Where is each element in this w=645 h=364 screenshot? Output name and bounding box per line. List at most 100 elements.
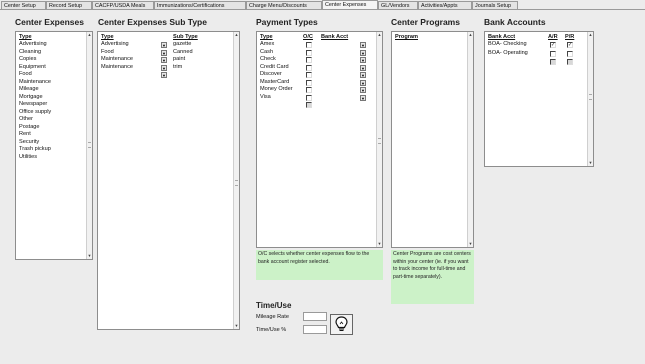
- chevron-down-icon[interactable]: ▼: [360, 57, 366, 63]
- bank-accounts-list[interactable]: Bank Acct A/R P/R BOA- Checking ✓ ✓ BOA-…: [484, 31, 594, 167]
- center-programs-list[interactable]: Program ▲ ▼: [391, 31, 474, 248]
- payment-row-type[interactable]: Check: [260, 56, 276, 64]
- list-item[interactable]: Advertising: [19, 41, 47, 49]
- subtype-row-type[interactable]: Maintenance: [101, 56, 133, 64]
- chevron-down-icon[interactable]: ▼: [360, 94, 366, 101]
- payment-row-type[interactable]: Money Order: [260, 86, 293, 94]
- list-item[interactable]: Office supply: [19, 109, 51, 117]
- subtype-row-type[interactable]: Food: [101, 49, 114, 57]
- subtype-row-type[interactable]: Maintenance: [101, 64, 133, 72]
- scroll-grip-icon[interactable]: [88, 142, 91, 148]
- scroll-up-icon[interactable]: ▲: [377, 32, 382, 38]
- list-item[interactable]: Cleaning: [19, 49, 41, 57]
- center-expenses-scrollbar[interactable]: ▲ ▼: [86, 32, 92, 259]
- chevron-down-icon[interactable]: ▼: [360, 87, 366, 93]
- sub-type-scrollbar[interactable]: ▲ ▼: [233, 32, 239, 329]
- chevron-down-icon[interactable]: ▼: [360, 49, 366, 56]
- list-item[interactable]: Other: [19, 116, 33, 124]
- oc-checkbox[interactable]: [306, 79, 312, 86]
- scroll-up-icon[interactable]: ▲: [588, 32, 593, 38]
- sub-type-list[interactable]: Type Sub Type Advertising ▼ gazette Food…: [97, 31, 240, 330]
- list-item[interactable]: Mortgage: [19, 94, 43, 102]
- pr-checkbox[interactable]: ✓: [567, 42, 573, 48]
- list-item[interactable]: Trash pickup: [19, 146, 51, 154]
- chevron-down-icon[interactable]: ▼: [161, 42, 167, 48]
- tab-charge-menu-discounts[interactable]: Charge Menu/Discounts: [246, 1, 322, 9]
- chevron-down-icon[interactable]: ▼: [161, 64, 167, 71]
- center-programs-scrollbar[interactable]: ▲ ▼: [467, 32, 473, 247]
- payment-types-list[interactable]: Type O/C Bank Acct Amex ▼ Cash ▼ Check ▼…: [256, 31, 383, 248]
- tab-center-setup[interactable]: Center Setup: [1, 1, 46, 9]
- list-item[interactable]: Copies: [19, 56, 36, 64]
- subtype-row-sub[interactable]: trim: [173, 64, 182, 72]
- oc-checkbox[interactable]: [306, 64, 312, 71]
- tab-journals-setup[interactable]: Journals Setup: [472, 1, 518, 9]
- chevron-down-icon[interactable]: ▼: [161, 57, 167, 63]
- tab-center-expenses[interactable]: Center Expenses: [322, 0, 378, 9]
- oc-checkbox[interactable]: [306, 87, 312, 93]
- payment-row-type[interactable]: Cash: [260, 49, 273, 57]
- payment-row-type[interactable]: Discover: [260, 71, 282, 79]
- subtype-row-type[interactable]: Advertising: [101, 41, 129, 49]
- oc-checkbox[interactable]: [306, 42, 312, 48]
- scroll-up-icon[interactable]: ▲: [87, 32, 92, 38]
- ar-checkbox[interactable]: [550, 50, 556, 57]
- scroll-down-icon[interactable]: ▼: [468, 241, 473, 247]
- chevron-down-icon[interactable]: ▼: [360, 42, 366, 48]
- tab-gl-vendors[interactable]: GL/Vendors: [378, 1, 418, 9]
- bank-accounts-scrollbar[interactable]: ▲ ▼: [587, 32, 593, 166]
- scroll-down-icon[interactable]: ▼: [234, 323, 239, 329]
- list-item[interactable]: Newspaper: [19, 101, 47, 109]
- scroll-down-icon[interactable]: ▼: [377, 241, 382, 247]
- subtype-row-sub[interactable]: paint: [173, 56, 185, 64]
- bank-acct-header: Bank Acct: [488, 34, 516, 40]
- list-item[interactable]: Rent: [19, 131, 31, 139]
- scroll-grip-icon[interactable]: [589, 94, 592, 100]
- scroll-down-icon[interactable]: ▼: [588, 160, 593, 166]
- list-item[interactable]: Postage: [19, 124, 40, 132]
- tab-record-setup[interactable]: Record Setup: [46, 1, 92, 9]
- center-expenses-list[interactable]: Type Advertising Cleaning Copies Equipme…: [15, 31, 93, 260]
- payment-row-type[interactable]: MasterCard: [260, 79, 289, 87]
- list-item[interactable]: Utilities: [19, 154, 37, 162]
- oc-checkbox[interactable]: [306, 94, 312, 101]
- payment-row-type[interactable]: Visa: [260, 94, 271, 102]
- chevron-down-icon[interactable]: ▼: [161, 72, 167, 78]
- chevron-down-icon[interactable]: ▼: [360, 64, 366, 71]
- pr-checkbox[interactable]: [567, 59, 573, 65]
- scroll-grip-icon[interactable]: [378, 138, 381, 144]
- chevron-down-icon[interactable]: ▼: [360, 72, 366, 78]
- scroll-grip-icon[interactable]: [235, 180, 238, 186]
- ar-checkbox[interactable]: [550, 59, 556, 65]
- list-item[interactable]: Maintenance: [19, 79, 51, 87]
- scroll-down-icon[interactable]: ▼: [87, 253, 92, 259]
- list-item[interactable]: Security: [19, 139, 39, 147]
- lightbulb-button[interactable]: [330, 314, 353, 335]
- list-item[interactable]: Mileage: [19, 86, 39, 94]
- oc-checkbox[interactable]: [306, 49, 312, 56]
- payment-row-type[interactable]: Amex: [260, 41, 274, 49]
- oc-checkbox[interactable]: [306, 72, 312, 78]
- oc-checkbox[interactable]: [306, 57, 312, 63]
- bank-row-name[interactable]: BOA- Checking: [488, 41, 527, 49]
- payment-row-type[interactable]: Credit Card: [260, 64, 289, 72]
- subtype-row-sub[interactable]: Canned: [173, 49, 193, 57]
- scroll-up-icon[interactable]: ▲: [234, 32, 239, 38]
- tab-cacfp-usda-meals[interactable]: CACFP/USDA Meals: [92, 1, 154, 9]
- oc-checkbox[interactable]: [306, 102, 312, 108]
- mileage-rate-input[interactable]: [303, 312, 327, 321]
- list-item[interactable]: Food: [19, 71, 32, 79]
- program-header: Program: [395, 34, 419, 40]
- ar-checkbox[interactable]: ✓: [550, 42, 556, 48]
- tab-activities-appts[interactable]: Activities/Appts: [418, 1, 472, 9]
- chevron-down-icon[interactable]: ▼: [161, 49, 167, 56]
- pr-checkbox[interactable]: [567, 50, 573, 57]
- scroll-up-icon[interactable]: ▲: [468, 32, 473, 38]
- time-use-input[interactable]: [303, 325, 327, 334]
- subtype-row-sub[interactable]: gazette: [173, 41, 191, 49]
- payment-types-scrollbar[interactable]: ▲ ▼: [376, 32, 382, 247]
- list-item[interactable]: Equipment: [19, 64, 46, 72]
- chevron-down-icon[interactable]: ▼: [360, 79, 366, 86]
- tab-immunizations-certifications[interactable]: Immunizations/Certifications: [154, 1, 246, 9]
- bank-row-name[interactable]: BOA- Operating: [488, 50, 528, 58]
